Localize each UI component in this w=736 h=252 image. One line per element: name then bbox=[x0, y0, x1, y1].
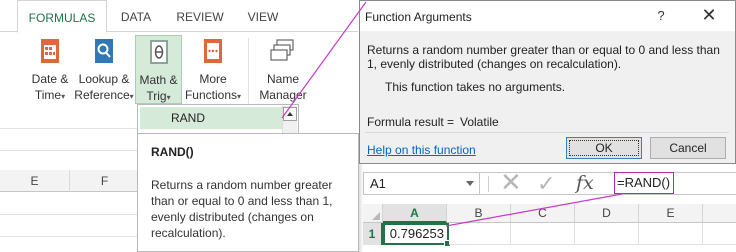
ribbon-separator bbox=[248, 38, 249, 104]
more-functions-label-2: Functions▾ bbox=[184, 87, 242, 105]
worksheet-grid: A B C D E 1 0.796253 bbox=[363, 204, 736, 252]
date-time-label-text: Time bbox=[34, 88, 62, 102]
ok-button[interactable]: OK bbox=[566, 137, 642, 159]
date-time-label-2: Time▾ bbox=[28, 87, 72, 105]
more-functions-icon bbox=[204, 39, 222, 63]
name-manager-label-1: Name bbox=[266, 72, 299, 86]
tab-formulas[interactable]: FORMULAS bbox=[17, 0, 107, 33]
math-trig-label-1: Math & bbox=[139, 73, 178, 87]
dialog-divider bbox=[365, 132, 729, 133]
math-trig-button[interactable]: Math & Trig▾ bbox=[135, 35, 182, 104]
formula-result-label: Formula result = bbox=[367, 115, 455, 129]
close-icon[interactable]: ✕ bbox=[699, 6, 719, 26]
dialog-title: Function Arguments bbox=[365, 10, 472, 24]
cancel-button[interactable]: Cancel bbox=[650, 137, 726, 159]
more-functions-label-text: Functions bbox=[184, 88, 237, 102]
name-manager-button[interactable]: Name Manager bbox=[254, 37, 312, 107]
chevron-down-icon: ▾ bbox=[129, 92, 134, 101]
column-header-d[interactable]: D bbox=[575, 204, 639, 223]
chevron-down-icon: ▾ bbox=[166, 93, 171, 102]
name-box-dropdown-icon[interactable] bbox=[466, 181, 474, 186]
column-header-partial bbox=[703, 204, 736, 223]
chevron-down-icon: ▾ bbox=[61, 92, 66, 101]
cell-b1[interactable] bbox=[449, 223, 511, 245]
cell-e1[interactable] bbox=[639, 223, 703, 245]
tooltip-title: RAND() bbox=[151, 145, 194, 159]
cell-d1[interactable] bbox=[575, 223, 639, 245]
lookup-reference-button[interactable]: Lookup & Reference▾ bbox=[74, 37, 134, 107]
scroll-up-arrow-icon[interactable] bbox=[283, 107, 297, 121]
calendar-icon bbox=[41, 39, 59, 63]
cell-c1[interactable] bbox=[511, 223, 575, 245]
more-functions-label-1: More bbox=[199, 72, 227, 86]
help-on-function-link[interactable]: Help on this function bbox=[367, 143, 476, 157]
name-manager-label-2: Manager bbox=[259, 88, 307, 102]
tab-review[interactable]: REVIEW bbox=[168, 0, 232, 33]
sheet-gridline bbox=[0, 128, 140, 129]
column-header-a[interactable]: A bbox=[383, 204, 447, 223]
function-description: Returns a random number greater than or … bbox=[367, 43, 720, 71]
column-header-e[interactable]: E bbox=[639, 204, 703, 223]
insert-function-icon[interactable]: fx bbox=[576, 170, 594, 196]
no-arguments-text: This function takes no arguments. bbox=[385, 80, 566, 94]
column-header-e[interactable]: E bbox=[0, 170, 70, 192]
ribbon-tabs: FORMULAS DATA REVIEW VIEW bbox=[0, 0, 358, 33]
sheet-gridline bbox=[0, 236, 140, 237]
formula-bar-separator bbox=[488, 176, 489, 192]
formula-input[interactable]: =RAND() bbox=[614, 172, 674, 194]
confirm-entry-icon[interactable]: ✓ bbox=[537, 171, 555, 197]
sheet-gridline bbox=[0, 214, 140, 215]
select-all-corner[interactable] bbox=[363, 204, 383, 223]
function-arguments-dialog: Function Arguments ? ✕ Returns a random … bbox=[359, 0, 736, 164]
name-tags-icon bbox=[270, 39, 294, 61]
column-header-f[interactable]: F bbox=[70, 170, 140, 192]
cell-a1[interactable]: 0.796253 bbox=[383, 223, 451, 247]
formula-result-value: Volatile bbox=[460, 115, 499, 129]
theta-book-icon bbox=[149, 40, 168, 64]
lookup-reference-label-text: Reference bbox=[74, 88, 130, 102]
magnifier-book-icon bbox=[95, 39, 113, 63]
chevron-down-icon: ▾ bbox=[237, 92, 242, 101]
ribbon: FORMULAS DATA REVIEW VIEW Date & Time▾ L… bbox=[0, 0, 358, 115]
lookup-reference-label-1: Lookup & bbox=[78, 72, 130, 86]
lookup-reference-label-2: Reference▾ bbox=[74, 87, 134, 105]
date-time-button[interactable]: Date & Time▾ bbox=[28, 37, 72, 107]
dropdown-item-rand[interactable]: RAND bbox=[140, 107, 282, 129]
more-functions-button[interactable]: More Functions▾ bbox=[184, 37, 242, 107]
help-icon[interactable]: ? bbox=[653, 8, 669, 24]
dialog-titlebar: Function Arguments ? ✕ bbox=[360, 1, 735, 31]
tab-view[interactable]: VIEW bbox=[240, 0, 286, 33]
column-header-c[interactable]: C bbox=[511, 204, 575, 223]
cell-f1[interactable] bbox=[703, 223, 736, 245]
math-trig-label-text: Trig bbox=[146, 89, 167, 103]
dropdown-scrollbar[interactable] bbox=[282, 106, 297, 136]
column-header-b[interactable]: B bbox=[447, 204, 511, 223]
date-time-label-1: Date & bbox=[31, 72, 69, 86]
function-tooltip: RAND() Returns a random number greater t… bbox=[137, 133, 359, 252]
name-box[interactable]: A1 bbox=[363, 172, 480, 195]
tab-data[interactable]: DATA bbox=[112, 0, 160, 33]
tooltip-body: Returns a random number greater than or … bbox=[151, 178, 333, 240]
row-header-1[interactable]: 1 bbox=[363, 223, 383, 245]
cancel-entry-icon[interactable]: ✕ bbox=[500, 168, 522, 196]
sheet-gridline bbox=[0, 150, 140, 151]
